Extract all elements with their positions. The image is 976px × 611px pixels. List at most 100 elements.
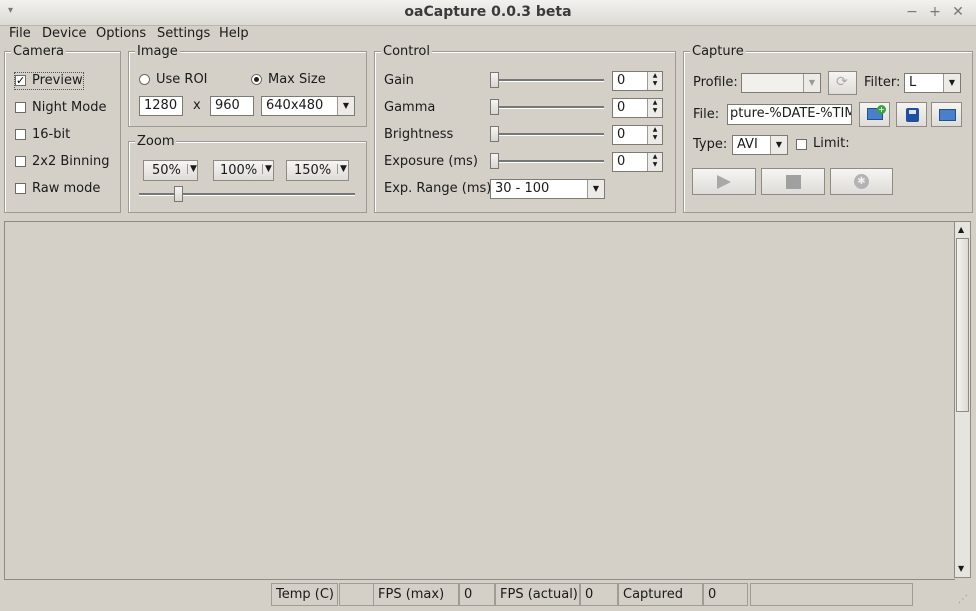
- close-icon[interactable]: ✕: [950, 4, 966, 20]
- captured-label: Captured: [618, 583, 703, 606]
- spin-arrows-icon[interactable]: ▲ ▼: [647, 99, 662, 117]
- window-title: oaCapture 0.0.3 beta: [404, 4, 572, 20]
- stop-capture-button[interactable]: [761, 168, 825, 195]
- control-group-title: Control: [381, 44, 432, 59]
- gamma-spinbox[interactable]: 0 ▲ ▼: [612, 98, 663, 118]
- profile-label: Profile:: [693, 75, 738, 90]
- zoom-group-title: Zoom: [135, 134, 177, 149]
- camera-group-title: Camera: [11, 44, 67, 59]
- resolution-value: 640x480: [266, 98, 324, 113]
- binning-label: 2x2 Binning: [32, 154, 110, 169]
- preview-checkbox[interactable]: ✓: [15, 75, 26, 86]
- fps-actual-value: 0: [580, 583, 618, 606]
- menu-options[interactable]: Options: [96, 26, 146, 41]
- raw-mode-checkbox[interactable]: [15, 183, 26, 194]
- captured-value: 0: [703, 583, 748, 606]
- filter-value: L: [909, 75, 917, 90]
- preview-label: Preview: [32, 73, 83, 88]
- menu-settings[interactable]: Settings: [157, 26, 210, 41]
- scroll-down-icon[interactable]: ▼: [958, 564, 964, 573]
- spin-arrows-icon[interactable]: ▲ ▼: [647, 153, 662, 171]
- temp-value: [339, 583, 374, 606]
- file-name-input[interactable]: pture-%DATE-%TIME: [727, 104, 852, 125]
- autorun-icon: ✱: [854, 174, 869, 189]
- exposure-label: Exposure (ms): [384, 154, 478, 169]
- chevron-down-icon: ▼: [337, 97, 354, 115]
- brightness-spinbox[interactable]: 0 ▲ ▼: [612, 125, 663, 145]
- exp-range-select[interactable]: 30 - 100 ▼: [490, 179, 605, 199]
- exposure-slider-track[interactable]: [490, 160, 604, 163]
- binning-checkbox[interactable]: [15, 156, 26, 167]
- filter-label: Filter:: [864, 75, 901, 90]
- fps-actual-label: FPS (actual): [495, 583, 580, 606]
- scroll-up-icon[interactable]: ▲: [958, 225, 964, 234]
- gain-spinbox[interactable]: 0 ▲ ▼: [612, 71, 663, 91]
- reload-icon: ⟳: [836, 74, 848, 90]
- gain-value: 0: [617, 73, 626, 88]
- exposure-spinbox[interactable]: 0 ▲ ▼: [612, 152, 663, 172]
- save-settings-button[interactable]: [896, 102, 927, 127]
- use-roi-label: Use ROI: [156, 72, 208, 87]
- resize-grip-icon[interactable]: ⋰: [958, 594, 968, 605]
- gamma-slider-track[interactable]: [490, 106, 604, 109]
- open-folder-button[interactable]: [931, 102, 962, 127]
- zoom-slider-handle[interactable]: [174, 186, 183, 202]
- gain-slider-track[interactable]: [490, 79, 604, 82]
- maximize-icon[interactable]: +: [927, 4, 943, 20]
- brightness-slider-handle[interactable]: [490, 126, 499, 142]
- 16bit-checkbox[interactable]: [15, 129, 26, 140]
- menu-device[interactable]: Device: [42, 26, 86, 41]
- filter-select[interactable]: L ▼: [904, 73, 961, 93]
- menu-help[interactable]: Help: [219, 26, 249, 41]
- spin-arrows-icon[interactable]: ▲ ▼: [647, 126, 662, 144]
- file-label: File:: [693, 107, 720, 122]
- profile-reload-button[interactable]: ⟳: [828, 71, 857, 95]
- minimize-icon[interactable]: −: [904, 4, 920, 20]
- scrollbar-thumb[interactable]: [956, 238, 969, 412]
- brightness-value: 0: [617, 127, 626, 142]
- max-size-label: Max Size: [268, 72, 326, 87]
- gain-slider-handle[interactable]: [490, 72, 499, 88]
- chevron-down-icon: ▼: [587, 180, 604, 198]
- use-roi-radio[interactable]: [139, 74, 150, 85]
- save-icon-label: [909, 110, 916, 114]
- fps-max-value: 0: [459, 583, 495, 606]
- gamma-label: Gamma: [384, 100, 436, 115]
- max-size-radio[interactable]: [251, 74, 262, 85]
- menu-settings-label: Settings: [157, 26, 211, 41]
- brightness-label: Brightness: [384, 127, 454, 142]
- type-select[interactable]: AVI ▼: [732, 135, 788, 155]
- gamma-slider-handle[interactable]: [490, 99, 499, 115]
- preview-scrollbar[interactable]: ▲ ▼: [954, 221, 971, 578]
- spin-arrows-icon[interactable]: ▲ ▼: [647, 72, 662, 90]
- resolution-select[interactable]: 640x480 ▼: [261, 96, 355, 116]
- chevron-down-icon: ▼: [803, 74, 820, 92]
- roi-width-input[interactable]: 1280: [139, 96, 183, 116]
- zoom-50-button[interactable]: 50% ▼: [143, 160, 198, 181]
- profile-select[interactable]: ▼: [741, 73, 821, 93]
- zoom-150-button[interactable]: 150% ▼: [286, 160, 349, 181]
- zoom-slider-track[interactable]: [139, 193, 355, 196]
- temp-label: Temp (C): [271, 583, 338, 606]
- new-folder-button[interactable]: +: [859, 102, 890, 127]
- menu-device-label: Device: [42, 26, 87, 41]
- zoom-50-label: 50%: [152, 163, 181, 178]
- zoom-100-button[interactable]: 100% ▼: [213, 160, 274, 181]
- exp-range-label: Exp. Range (ms): [384, 181, 492, 196]
- type-label: Type:: [693, 137, 728, 152]
- limit-checkbox[interactable]: [796, 139, 807, 150]
- autorun-button[interactable]: ✱: [830, 168, 893, 195]
- gamma-value: 0: [617, 100, 626, 115]
- night-mode-checkbox[interactable]: [15, 102, 26, 113]
- 16bit-label: 16-bit: [32, 127, 71, 142]
- preview-area[interactable]: [4, 221, 955, 580]
- roi-height-input[interactable]: 960: [210, 96, 254, 116]
- menu-file[interactable]: File: [9, 26, 31, 41]
- start-capture-button[interactable]: [692, 168, 756, 195]
- capture-progress-bar: [750, 583, 913, 606]
- menu-options-label: Options: [96, 26, 147, 41]
- brightness-slider-track[interactable]: [490, 133, 604, 136]
- plus-badge-icon: +: [877, 105, 886, 114]
- image-group-title: Image: [135, 44, 180, 59]
- exposure-slider-handle[interactable]: [490, 153, 499, 169]
